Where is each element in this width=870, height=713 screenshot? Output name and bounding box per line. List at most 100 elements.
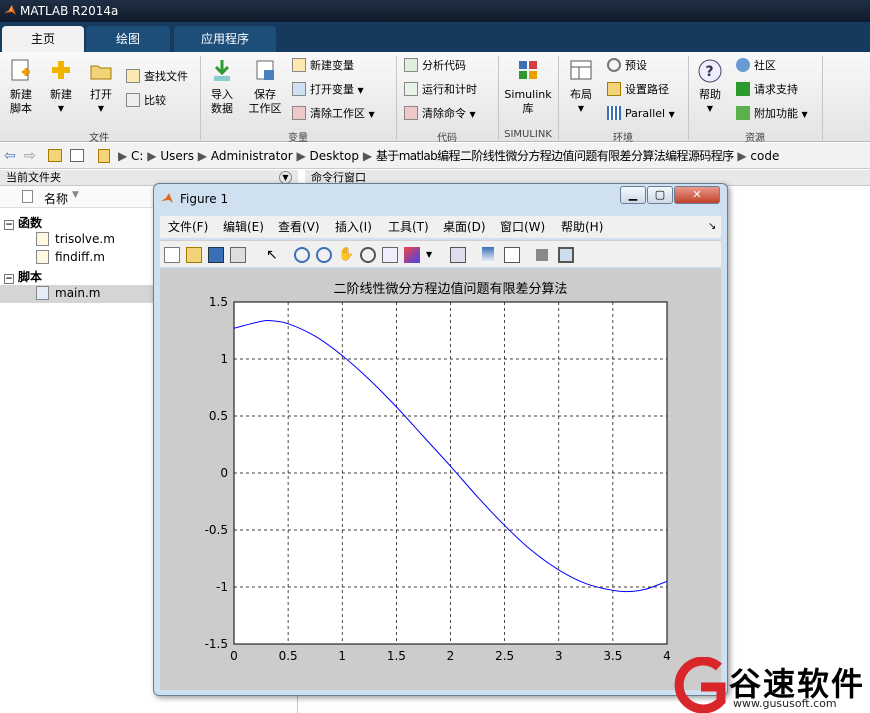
chevron-down-icon: ▼ [57, 104, 65, 113]
chevron-down-icon: ▼ [357, 86, 364, 95]
breadcrumb-segment[interactable]: Users [160, 149, 194, 163]
menu-tools[interactable]: 工具(T) [388, 216, 429, 238]
new-figure-icon[interactable] [164, 247, 180, 263]
new-script-label: 新建 脚本 [10, 88, 32, 115]
parallel-button[interactable]: Parallel ▼ [607, 106, 675, 123]
set-path-button[interactable]: 设置路径 [607, 82, 669, 98]
column-name-header[interactable]: 名称 [44, 190, 68, 207]
x-tick-label: 0.5 [279, 649, 298, 663]
maximize-button[interactable]: ▢ [647, 186, 673, 204]
figure-titlebar[interactable]: Figure 1 ▁ ▢ ✕ [154, 184, 727, 214]
request-support-button[interactable]: 请求支持 [736, 82, 798, 98]
save-workspace-label: 保存 工作区 [248, 88, 282, 115]
cursor-arrow-icon[interactable]: ↖ [266, 247, 282, 263]
clear-commands-button[interactable]: 清除命令 ▼ [404, 106, 476, 123]
file-name: trisolve.m [55, 232, 115, 246]
breadcrumb-segment[interactable]: Desktop [310, 149, 360, 163]
open-button[interactable]: 打开 ▼ [84, 58, 118, 116]
save-icon[interactable] [208, 247, 224, 263]
community-button[interactable]: 社区 [736, 58, 776, 74]
collapse-icon[interactable]: − [4, 220, 14, 230]
chevron-down-icon: ▼ [97, 104, 105, 113]
menu-desktop[interactable]: 桌面(D) [443, 216, 486, 238]
dock-arrow-icon[interactable]: ↘ [708, 216, 716, 238]
chevron-down-icon[interactable]: ▼ [426, 247, 434, 263]
link-plot-icon[interactable] [450, 247, 466, 263]
zoom-in-icon[interactable] [294, 247, 310, 263]
y-tick-label: -1 [216, 580, 228, 594]
up-folder-icon[interactable] [48, 149, 62, 162]
simulink-icon [519, 61, 537, 79]
save-workspace-button[interactable]: 保存 工作区 [245, 58, 285, 116]
preferences-button[interactable]: 预设 [607, 58, 647, 74]
brush-icon[interactable] [404, 247, 420, 263]
ribbon-divider [200, 56, 201, 140]
help-button[interactable]: ? 帮助 ▼ [693, 58, 727, 116]
new-variable-button[interactable]: 新建变量 [292, 58, 354, 74]
chevron-down-icon: ▼ [368, 110, 375, 119]
menu-file[interactable]: 文件(F) [168, 216, 208, 238]
pan-hand-icon[interactable]: ✋ [338, 247, 354, 263]
colorbar-icon[interactable] [482, 247, 494, 263]
simulink-library-button[interactable]: Simulink 库 [503, 58, 553, 116]
addons-button[interactable]: 附加功能 ▼ [736, 106, 808, 123]
sort-down-icon: ▼ [72, 190, 79, 200]
layout-button[interactable]: 布局 ▼ [563, 58, 599, 116]
open-file-icon[interactable] [186, 247, 202, 263]
open-variable-button[interactable]: 打开变量 ▼ [292, 82, 364, 99]
analyze-code-button[interactable]: 分析代码 [404, 58, 466, 74]
clear-workspace-button[interactable]: 清除工作区 ▼ [292, 106, 375, 123]
import-data-button[interactable]: 导入 数据 [205, 58, 239, 116]
find-files-button[interactable]: 查找文件 [126, 69, 188, 85]
zoom-out-icon[interactable] [316, 247, 332, 263]
tab-plots[interactable]: 绘图 [86, 26, 170, 52]
new-script-button[interactable]: 新建 脚本 [4, 58, 38, 116]
list-item[interactable]: findiff.m [36, 250, 105, 264]
x-tick-label: 4 [663, 649, 671, 663]
compare-button[interactable]: 比较 [126, 93, 166, 109]
menu-edit[interactable]: 编辑(E) [223, 216, 264, 238]
minimize-button[interactable]: ▁ [620, 186, 646, 204]
folder-icon [90, 65, 112, 80]
breadcrumb-segment[interactable]: C: [131, 149, 143, 163]
group-label-variable: 变量 [288, 133, 308, 144]
hide-plot-tools-icon[interactable] [536, 249, 548, 261]
browse-folder-icon[interactable] [70, 149, 84, 162]
tab-home[interactable]: 主页 [2, 26, 84, 52]
x-tick-label: 3 [555, 649, 563, 663]
group-header-functions[interactable]: − 函数 [0, 214, 42, 231]
menu-help[interactable]: 帮助(H) [561, 216, 603, 238]
close-button[interactable]: ✕ [674, 186, 720, 204]
rotate-3d-icon[interactable] [360, 247, 376, 263]
run-and-time-button[interactable]: 运行和计时 [404, 82, 477, 98]
group-header-scripts[interactable]: − 脚本 [0, 268, 42, 285]
help-icon: ? [698, 59, 722, 83]
plot-area[interactable]: 二阶线性微分方程边值问题有限差分算法 0 0.5 1 1.5 2 2.5 3 3.5 4 1.5 1… [160, 268, 721, 690]
print-icon[interactable] [230, 247, 246, 263]
menu-view[interactable]: 查看(V) [278, 216, 320, 238]
clear-workspace-label: 清除工作区 [310, 107, 365, 120]
x-tick-label: 2 [447, 649, 455, 663]
svg-text:?: ? [706, 64, 714, 80]
collapse-icon[interactable]: − [4, 274, 14, 284]
app-titlebar: MATLAB R2014a [0, 0, 870, 22]
breadcrumb-segment[interactable]: 基于matlab编程二阶线性微分方程边值问题有限差分算法编程源码程序 [376, 149, 734, 163]
menu-window[interactable]: 窗口(W) [500, 216, 545, 238]
show-plot-tools-icon[interactable] [558, 247, 574, 263]
breadcrumb-segment[interactable]: Administrator [211, 149, 293, 163]
breadcrumb-segment[interactable]: code [750, 149, 779, 163]
x-tick-label: 0 [230, 649, 238, 663]
data-cursor-icon[interactable] [382, 247, 398, 263]
forward-arrow-icon[interactable]: ⇨ [24, 143, 36, 169]
back-arrow-icon[interactable]: ⇦ [4, 143, 16, 169]
m-file-icon [36, 250, 49, 264]
gear-icon [607, 58, 621, 72]
list-item[interactable]: trisolve.m [36, 232, 115, 246]
matlab-logo-icon [4, 5, 16, 15]
new-button[interactable]: 新建 ▼ [44, 58, 78, 116]
legend-icon[interactable] [504, 247, 520, 263]
menu-insert[interactable]: 插入(I) [335, 216, 372, 238]
addons-icon [736, 106, 750, 120]
tab-apps[interactable]: 应用程序 [174, 26, 276, 52]
x-tick-label: 3.5 [603, 649, 622, 663]
